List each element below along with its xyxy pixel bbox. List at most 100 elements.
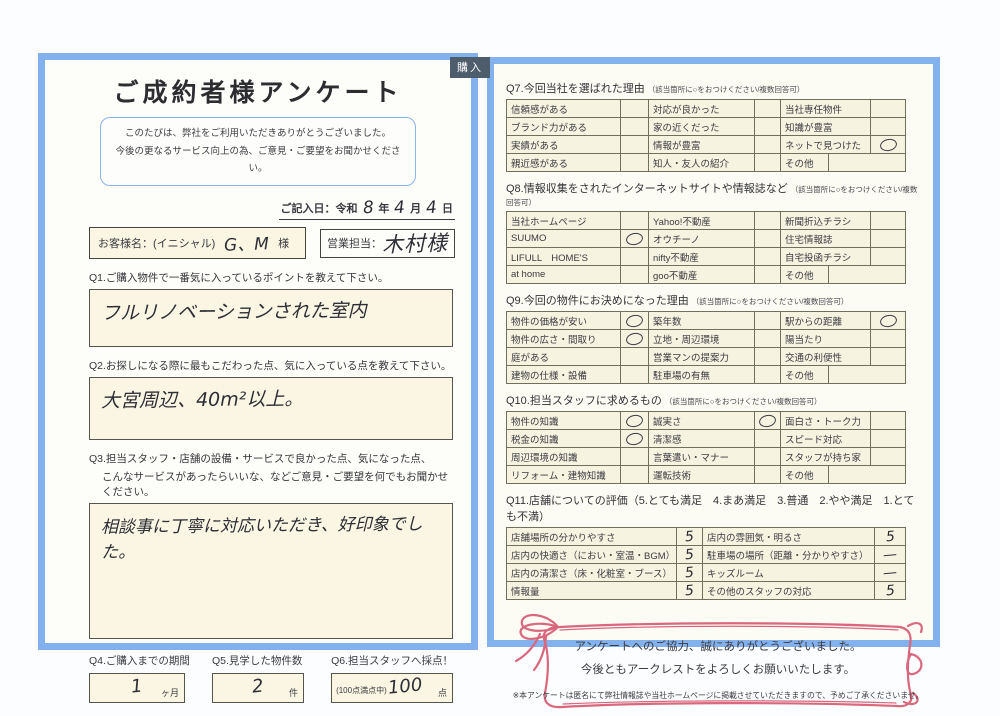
q11-score-cell: 5 [677, 564, 703, 581]
q7-mark-cell [871, 100, 905, 117]
q4-answer-box: 1 ヶ月 [89, 672, 185, 703]
q4-handwritten-value: 1 [130, 675, 144, 698]
intro-line-2: 今後の更なるサービス向上の為、ご意見・ご要望をお聞かせください。 [115, 145, 401, 175]
q9-mark-cell [871, 330, 905, 347]
q10-row: リフォーム・建物知識 運転技術 その他 [507, 466, 905, 483]
thank-you-text: アンケートへのご協力、誠にありがとうございました。 今後ともアークレストをよろし… [508, 636, 928, 682]
q9-mark-cell [621, 348, 649, 365]
name-row: お客様名：(イニシャル) G、M 様 営業担当： 木村様 [89, 226, 455, 259]
q10-option-label: スピード対応 [781, 430, 871, 447]
q9-option-label: 物件の広さ・間取り [507, 330, 621, 347]
handwritten-circle-mark [624, 312, 645, 329]
handwritten-score: — [882, 564, 898, 581]
q9-mark-cell [755, 330, 781, 347]
q9-option-label: 駐車場の有無 [649, 366, 755, 383]
q10-title: Q10.担当スタッフに求めるもの （該当箇所に○をおつけください/複数回答可） [506, 392, 923, 408]
q11-criterion-label: 情報量 [507, 582, 677, 599]
handwritten-circle-mark [624, 230, 645, 247]
q10-mark-cell [755, 430, 781, 447]
q9-mark-cell [871, 348, 905, 365]
q8-mark-cell [621, 212, 649, 229]
q10-mark-cell [621, 466, 649, 483]
q7-note: （該当箇所に○をおつけください/複数回答可） [647, 85, 805, 94]
q11-score-cell: 5 [677, 546, 703, 563]
month-unit-label: 月 [410, 202, 422, 215]
intro-message-box: このたびは、弊社をご利用いただきありがとうございました。 今後の更なるサービス向… [100, 117, 416, 186]
q11-row: 情報量 5 その他のスタッフの対応 5 [507, 582, 905, 599]
purchase-type-badge: 購入 [450, 57, 490, 78]
handwritten-circle-mark [757, 412, 778, 429]
survey-right-page: Q7.今回当社を選ばれた理由 （該当箇所に○をおつけください/複数回答可） 信頼… [487, 57, 940, 709]
q8-other-blank-cell [829, 266, 905, 283]
q9-mark-cell [621, 366, 649, 383]
handwritten-score: 5 [684, 564, 695, 581]
q8-mark-cell [621, 248, 649, 265]
q9-row: 建物の仕様・設備 駐車場の有無 その他 [507, 366, 905, 383]
q8-option-label: Yahoo!不動産 [649, 212, 755, 229]
q7-mark-cell [755, 136, 781, 153]
q8-option-label: オウチーノ [649, 230, 755, 247]
q9-option-label: 建物の仕様・設備 [507, 366, 621, 383]
q7-mark-cell [621, 154, 649, 171]
q11-score-cell: — [875, 546, 905, 563]
q7-row: 信頼感がある 対応が良かった 当社専任物件 [507, 100, 905, 118]
q6-unit-label: 点 [437, 687, 447, 698]
q10-option-table: 物件の知識 誠実さ 面白さ・トーク力 税金の知識 清潔感 スピード対応 周辺環境の知識 言葉遣… [506, 411, 906, 484]
q8-mark-cell [755, 230, 781, 247]
q7-option-table: 信頼感がある 対応が良かった 当社専任物件 ブランド力がある 家の近くだった 知識が豊富実… [506, 99, 906, 172]
q1-handwritten-answer: フルリノベーションされた室内 [100, 299, 367, 325]
year-unit-label: 年 [378, 202, 390, 215]
q11-row: 店舗場所の分かりやすさ 5 店内の雰囲気・明るさ 5 [507, 528, 905, 546]
q9-option-label: 立地・周辺環境 [649, 330, 755, 347]
q6-scale-label: (100点満点中) [336, 685, 387, 695]
q10-note: （該当箇所に○をおつけください/複数回答可） [664, 397, 822, 406]
q11-score-cell: — [875, 564, 905, 581]
q8-option-table: 当社ホームページ Yahoo!不動産 新聞折込チラシ SUUMO オウチーノ 住宅情報誌 L… [506, 211, 906, 284]
q9-option-label: 交通の利便性 [781, 348, 871, 365]
q11-criterion-label: その他のスタッフの対応 [703, 582, 875, 599]
q7-title-text: Q7.今回当社を選ばれた理由 [506, 83, 645, 95]
q8-row: SUUMO オウチーノ 住宅情報誌 [507, 230, 905, 248]
q5-field: Q5.見学した物件数 2 件 [212, 653, 305, 703]
handwritten-score: 5 [884, 582, 896, 599]
q9-option-label: 築年数 [649, 312, 755, 329]
form-title: ご成約者様アンケート [113, 79, 403, 107]
q7-option-label: 実績がある [507, 136, 621, 153]
q11-criterion-label: 駐車場の場所（距離・分かりやすさ） [703, 546, 875, 563]
q8-option-label: 当社ホームページ [507, 212, 621, 229]
q1-label: Q1.ご購入物件で一番気に入っているポイントを教えて下さい。 [89, 271, 389, 284]
q11-score-cell: 5 [875, 582, 905, 599]
sales-agent-field: 営業担当： 木村様 [320, 228, 455, 258]
q10-option-label: 誠実さ [649, 412, 755, 429]
q10-option-label: 清潔感 [649, 430, 755, 447]
q9-mark-cell [871, 312, 905, 329]
q9-title: Q9.今回の物件にお決めになった理由 （該当箇所に○をおつけください/複数回答可… [506, 292, 923, 308]
q8-option-label: 自宅投函チラシ [781, 248, 871, 265]
q7-option-label: 親近感がある [507, 154, 621, 171]
q10-option-label: 周辺環境の知識 [507, 448, 621, 465]
q3-handwritten-answer: 相談事に丁寧に対応いただき、好印象でした。 [100, 514, 423, 563]
q10-option-label: 言葉遣い・マナー [649, 448, 755, 465]
handwritten-circle-mark [624, 430, 645, 447]
q11-criterion-label: キッズルーム [703, 564, 875, 581]
q9-option-label: 物件の価格が安い [507, 312, 621, 329]
q7-option-label: 信頼感がある [507, 100, 621, 117]
q11-rating-table: 店舗場所の分かりやすさ 5 店内の雰囲気・明るさ 5 店内の快適さ（におい・室温・BGM… [506, 527, 906, 600]
q7-option-label: 家の近くだった [649, 118, 755, 135]
q10-title-text: Q10.担当スタッフに求めるもの [506, 395, 662, 407]
q6-handwritten-value: 100 [386, 674, 424, 699]
q10-mark-cell [755, 448, 781, 465]
q10-option-label: 物件の知識 [507, 412, 621, 429]
survey-left-page: ご成約者様アンケート このたびは、弊社をご利用いただきありがとうございました。 … [38, 53, 478, 703]
q7-mark-cell [621, 100, 649, 117]
q8-mark-cell [755, 212, 781, 229]
q4-field: Q4.ご購入までの期間 1 ヶ月 [89, 653, 190, 703]
q9-title-text: Q9.今回の物件にお決めになった理由 [506, 295, 689, 307]
q11-row: 店内の快適さ（におい・室温・BGM） 5 駐車場の場所（距離・分かりやすさ） — [507, 546, 905, 564]
q11-score-cell: 5 [677, 582, 703, 599]
q3-label-line2: こんなサービスがあったらいいな、などご意見・ご要望を何でもお聞かせください。 [102, 470, 449, 498]
anonymity-note: ※本アンケートは匿名にて弊社情報誌や当社ホームページに掲載させていただきますので… [512, 691, 924, 700]
q9-mark-cell [621, 330, 649, 347]
q7-option-label: 知人・友人の紹介 [649, 154, 755, 171]
q11-title-text: Q11.店舗についての評価（5.とても満足 4.まあ満足 3.普通 2.やや満足… [506, 495, 915, 523]
